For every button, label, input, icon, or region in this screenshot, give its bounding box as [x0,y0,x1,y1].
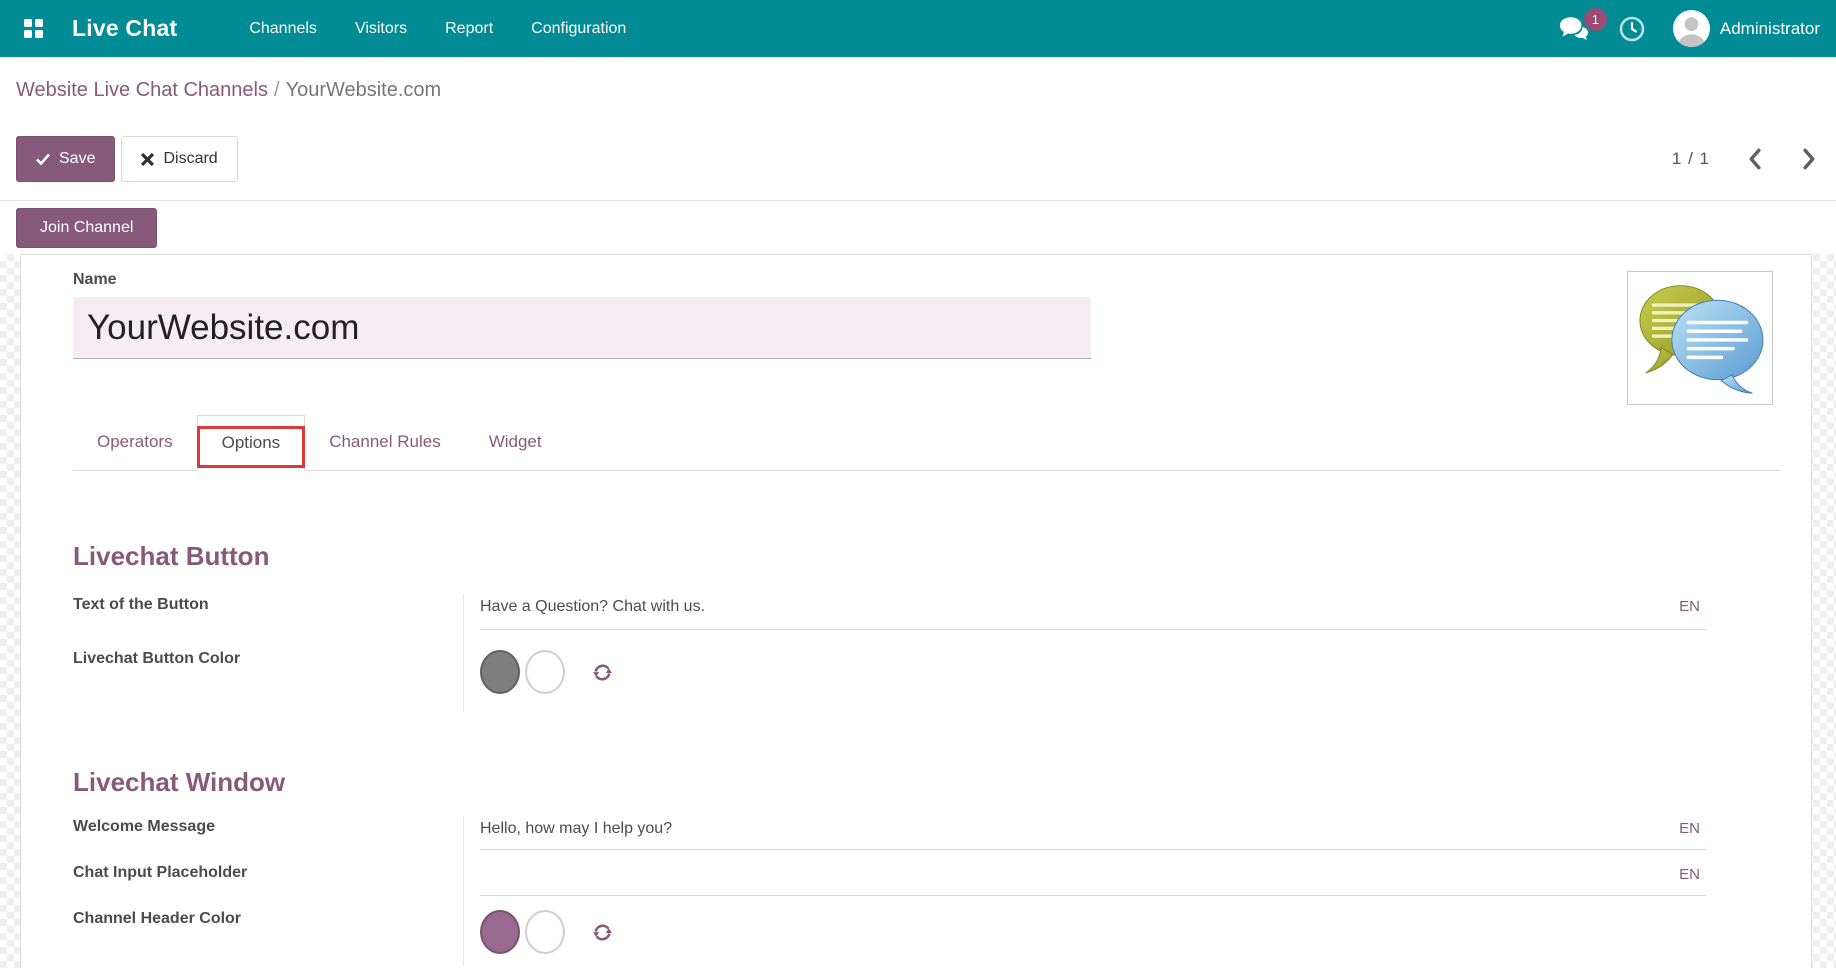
join-channel-label: Join Channel [40,219,133,237]
section-livechat-window-rows: Welcome Message Hello, how may I help yo… [73,816,1811,966]
header-color-swatch-selected[interactable] [480,910,520,954]
pager-previous-button[interactable] [1744,148,1765,170]
button-box: Join Channel [0,201,1836,254]
save-button[interactable]: Save [16,136,115,182]
breadcrumb: Website Live Chat Channels/YourWebsite.c… [0,57,1836,103]
save-button-label: Save [59,150,95,168]
label-chat-input-placeholder: Chat Input Placeholder [73,864,247,881]
menu-configuration[interactable]: Configuration [531,14,626,44]
channel-image-field[interactable] [1627,271,1773,405]
tab-channel-rules[interactable]: Channel Rules [305,415,465,470]
chevron-right-icon [1803,148,1816,170]
label-channel-header-color: Channel Header Color [73,910,241,927]
pager-value: 1 / 1 [1672,149,1710,169]
label-welcome-message: Welcome Message [73,818,215,835]
user-name: Administrator [1720,19,1820,39]
chat-bubbles-image [1632,276,1768,400]
breadcrumb-current: YourWebsite.com [286,79,442,101]
activities-icon[interactable] [1619,16,1645,42]
button-color-swatch-custom[interactable] [525,650,565,694]
clock-icon [1619,16,1645,42]
grid-icon [24,19,43,38]
breadcrumb-parent-link[interactable]: Website Live Chat Channels [16,79,268,101]
welcome-message-value: Hello, how may I help you? [480,818,672,840]
translate-badge-welcome-message[interactable]: EN [1679,818,1700,840]
translate-badge-button-text[interactable]: EN [1679,596,1700,618]
tab-widget[interactable]: Widget [465,415,566,470]
section-title-livechat-window: Livechat Window [73,767,1811,798]
discard-button-label: Discard [163,150,217,168]
menu-visitors[interactable]: Visitors [355,14,407,44]
menu-report[interactable]: Report [445,14,493,44]
control-panel-actions: Save Discard 1 / 1 [0,103,1836,200]
main-menu: Channels Visitors Report Configuration [249,14,626,44]
header-color-swatch-custom[interactable] [525,910,565,954]
form-view-background: Name [0,254,1836,968]
tab-operators[interactable]: Operators [73,415,197,470]
section-title-livechat-button: Livechat Button [73,541,1811,572]
breadcrumb-separator: / [268,79,286,101]
pager-next-button[interactable] [1799,148,1820,170]
button-color-swatch-selected[interactable] [480,650,520,694]
chevron-left-icon [1748,148,1761,170]
user-menu[interactable]: Administrator [1673,10,1820,47]
menu-channels[interactable]: Channels [249,14,317,44]
apps-menu-icon[interactable] [16,12,50,46]
notebook-tabs: Operators Options Channel Rules Widget [73,415,1781,471]
button-text-field[interactable]: Have a Question? Chat with us. EN [480,594,1706,630]
chat-input-placeholder-field[interactable]: EN [480,862,1706,896]
translate-badge-chat-input-placeholder[interactable]: EN [1679,864,1700,886]
name-input[interactable] [73,297,1091,359]
navbar-right: 1 Administrator [1559,10,1820,47]
avatar [1673,10,1710,47]
form-sheet: Name [20,254,1812,968]
message-count-badge: 1 [1584,8,1607,31]
tab-options[interactable]: Options [197,415,306,471]
pager: 1 / 1 [1672,148,1820,170]
welcome-message-field[interactable]: Hello, how may I help you? EN [480,816,1706,850]
section-livechat-button-rows: Text of the Button Have a Question? Chat… [73,594,1811,712]
label-livechat-button-color: Livechat Button Color [73,650,240,667]
label-text-of-the-button: Text of the Button [73,596,209,613]
join-channel-button[interactable]: Join Channel [16,208,157,248]
check-icon [36,153,50,165]
reset-button-color-button[interactable] [592,662,613,683]
person-icon [1673,10,1710,47]
name-field-label: Name [73,271,117,288]
discard-button[interactable]: Discard [121,136,237,182]
channel-header-color-picker [480,908,1706,954]
tab-options-label: Options [222,433,281,452]
refresh-icon [592,922,613,943]
livechat-button-color-picker [480,648,1706,694]
button-text-value: Have a Question? Chat with us. [480,596,705,618]
top-navbar: Live Chat Channels Visitors Report Confi… [0,0,1836,57]
messages-icon[interactable]: 1 [1559,16,1591,42]
app-title[interactable]: Live Chat [72,15,177,42]
refresh-icon [592,662,613,683]
x-icon [141,153,154,166]
reset-header-color-button[interactable] [592,922,613,943]
